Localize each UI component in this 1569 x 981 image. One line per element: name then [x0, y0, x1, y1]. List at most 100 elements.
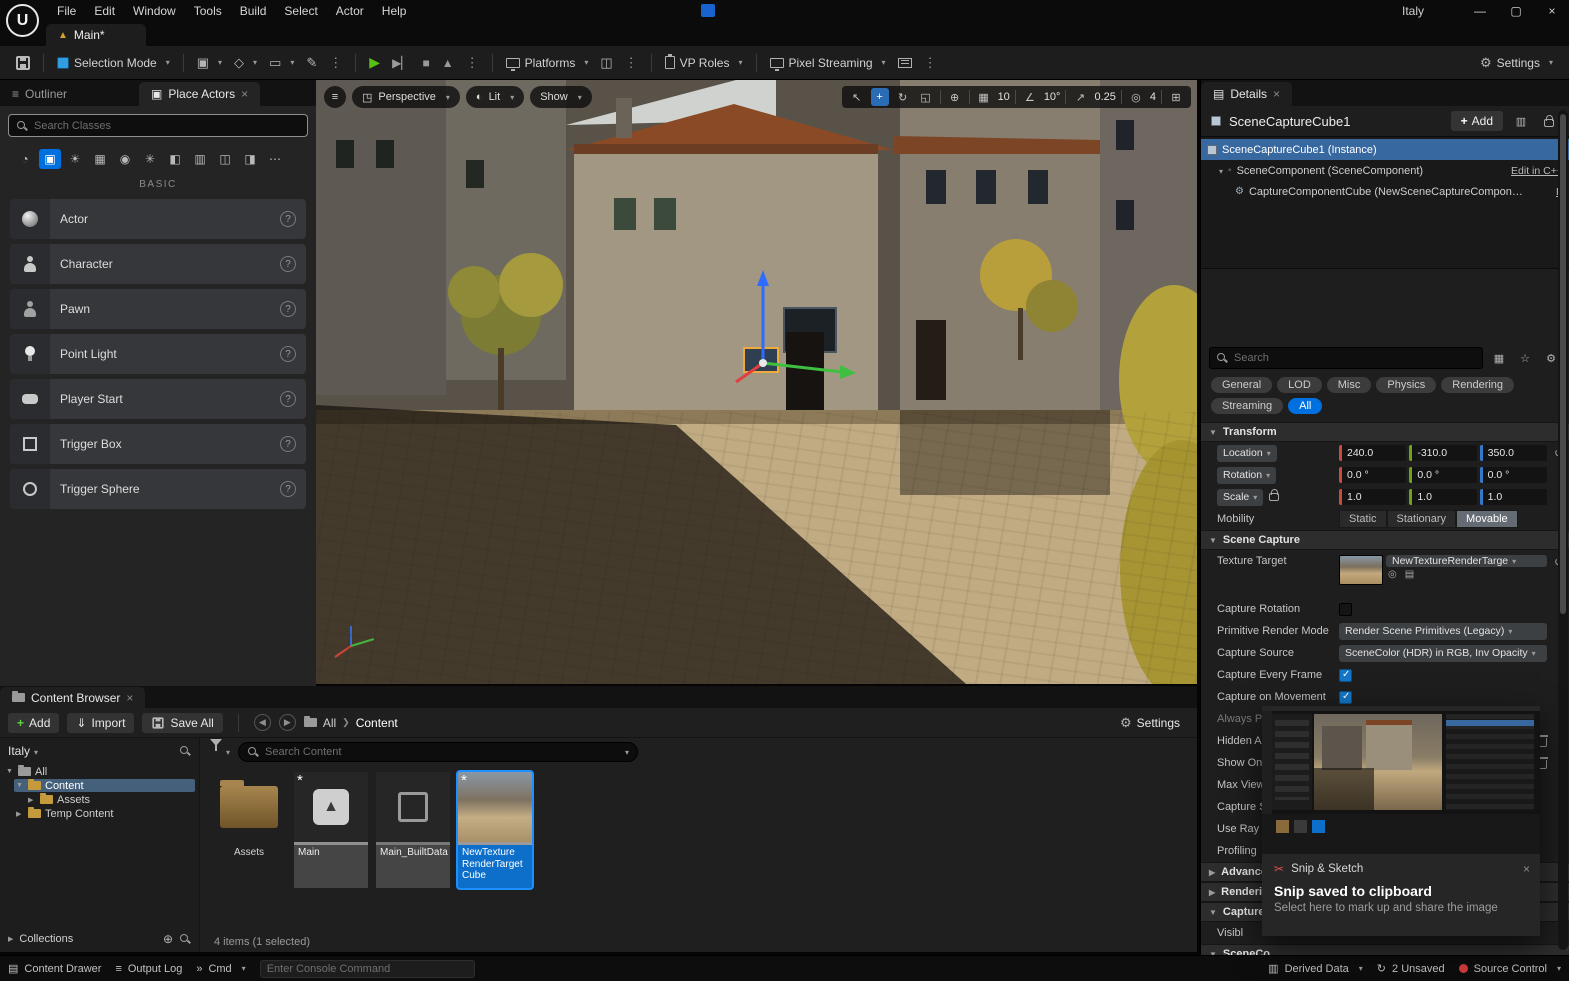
- media-overflow-button[interactable]: [918, 52, 943, 74]
- maximize-button[interactable]: ▢: [1499, 0, 1533, 22]
- category-all-classes[interactable]: ⋯: [264, 149, 286, 169]
- editor-mode-dropdown[interactable]: Selection Mode: [51, 53, 176, 73]
- move-tool-icon[interactable]: +: [871, 88, 889, 106]
- blueprints-dropdown[interactable]: ◇: [228, 52, 263, 74]
- asset-tile-main[interactable]: ▲ Main: [294, 772, 368, 888]
- viewport-options-button[interactable]: ≡: [324, 86, 346, 108]
- tree-item-assets[interactable]: ▶ Assets: [26, 793, 195, 806]
- scale-z-field[interactable]: 1.0: [1480, 489, 1547, 505]
- camera-speed-value[interactable]: 4: [1150, 91, 1156, 103]
- multi-user-button[interactable]: ◫: [594, 52, 618, 74]
- scale-lock-icon[interactable]: [1269, 493, 1279, 501]
- grid-snap-value[interactable]: 10: [998, 91, 1010, 103]
- add-content-dropdown[interactable]: ▣: [191, 52, 228, 74]
- category-visual-effects[interactable]: ✳: [139, 149, 161, 169]
- help-icon[interactable]: ?: [280, 346, 296, 362]
- search-classes-box[interactable]: [8, 114, 308, 137]
- unreal-logo-icon[interactable]: U: [6, 4, 39, 37]
- close-icon[interactable]: [1273, 87, 1280, 101]
- texture-target-dropdown[interactable]: NewTextureRenderTarge: [1386, 555, 1547, 567]
- category-geometry[interactable]: ◧: [164, 149, 186, 169]
- camera-speed-icon[interactable]: ◎: [1127, 88, 1145, 106]
- world-space-toggle-icon[interactable]: ⊕: [946, 88, 964, 106]
- rotation-snap-icon[interactable]: ∠: [1021, 88, 1039, 106]
- add-asset-button[interactable]: + Add: [8, 713, 59, 733]
- pixel-streaming-dropdown[interactable]: Pixel Streaming: [764, 53, 892, 73]
- location-y-field[interactable]: -310.0: [1409, 445, 1476, 461]
- scale-y-field[interactable]: 1.0: [1409, 489, 1476, 505]
- rotation-snap-value[interactable]: 10°: [1044, 91, 1061, 103]
- minimize-button[interactable]: —: [1463, 0, 1497, 22]
- close-button[interactable]: ×: [1535, 0, 1569, 22]
- scale-snap-icon[interactable]: ↗: [1071, 88, 1089, 106]
- filter-general[interactable]: General: [1211, 377, 1272, 393]
- content-drawer-button[interactable]: ▤ Content Drawer: [8, 962, 101, 975]
- asset-tile-render-target[interactable]: NewTexture RenderTarget Cube: [458, 772, 532, 888]
- cmd-dropdown[interactable]: » Cmd: [196, 963, 245, 975]
- browse-components-icon[interactable]: ▥: [1511, 112, 1531, 130]
- use-selected-asset-icon[interactable]: ◎: [1388, 569, 1397, 580]
- help-icon[interactable]: ?: [280, 481, 296, 497]
- snip-preview-image[interactable]: [1262, 706, 1540, 854]
- filter-streaming[interactable]: Streaming: [1211, 398, 1283, 414]
- category-cinematic[interactable]: ◉: [114, 149, 136, 169]
- tab-outliner[interactable]: ≡ Outliner: [0, 82, 79, 106]
- menu-edit[interactable]: Edit: [85, 0, 124, 22]
- menu-build[interactable]: Build: [231, 0, 276, 22]
- perspective-dropdown[interactable]: ◳ Perspective: [352, 86, 460, 108]
- category-blueprints[interactable]: ◨: [239, 149, 261, 169]
- rotate-tool-icon[interactable]: ↻: [894, 88, 912, 106]
- rotation-z-field[interactable]: 0.0 °: [1480, 467, 1547, 483]
- place-item-point-light[interactable]: Point Light ?: [10, 334, 306, 374]
- filter-all[interactable]: All: [1288, 398, 1322, 414]
- asset-tile-main-builtdata[interactable]: Main_BuiltData: [376, 772, 450, 888]
- filters-button[interactable]: [210, 746, 230, 758]
- details-search-box[interactable]: [1209, 347, 1483, 369]
- menu-tools[interactable]: Tools: [185, 0, 231, 22]
- rotation-x-field[interactable]: 0.0 °: [1339, 467, 1406, 483]
- save-current-level-button[interactable]: [10, 53, 36, 73]
- menu-window[interactable]: Window: [124, 0, 185, 22]
- level-viewport[interactable]: ≡ ◳ Perspective ◐ Lit Show ↖ + ↻ ◱ ⊕ ▦ 1…: [316, 80, 1197, 684]
- editor-tools-button[interactable]: ✎: [300, 52, 323, 74]
- import-button[interactable]: ⇓ Import: [67, 713, 134, 733]
- derived-data-button[interactable]: ▥ Derived Data: [1268, 962, 1363, 975]
- filter-misc[interactable]: Misc: [1327, 377, 1372, 393]
- platforms-dropdown[interactable]: Platforms: [500, 53, 595, 73]
- source-control-button[interactable]: Source Control: [1459, 963, 1561, 975]
- breadcrumb-all[interactable]: All: [323, 716, 336, 730]
- forward-icon[interactable]: ▶: [279, 714, 296, 731]
- launch-button[interactable]: ▲: [436, 53, 460, 73]
- project-dropdown[interactable]: Italy: [8, 744, 38, 758]
- vp-roles-dropdown[interactable]: VP Roles: [659, 53, 749, 73]
- menu-select[interactable]: Select: [275, 0, 326, 22]
- close-icon[interactable]: [126, 691, 133, 705]
- search-paths-icon[interactable]: [179, 745, 191, 757]
- add-collection-icon[interactable]: ⊕: [163, 932, 173, 946]
- mobility-movable[interactable]: Movable: [1456, 510, 1518, 528]
- location-z-field[interactable]: 350.0: [1480, 445, 1547, 461]
- menu-actor[interactable]: Actor: [327, 0, 373, 22]
- mobility-stationary[interactable]: Stationary: [1387, 510, 1457, 528]
- place-item-player-start[interactable]: Player Start ?: [10, 379, 306, 419]
- maximize-viewport-icon[interactable]: ⊞: [1167, 88, 1185, 106]
- level-sequence-dropdown[interactable]: ▭: [263, 52, 300, 74]
- category-recently-placed[interactable]: ◔: [14, 149, 36, 169]
- platforms-overflow-button[interactable]: [619, 52, 644, 74]
- frame-skip-button[interactable]: ▶▏: [386, 53, 416, 73]
- place-item-trigger-sphere[interactable]: Trigger Sphere ?: [10, 469, 306, 509]
- search-collections-icon[interactable]: [179, 933, 191, 945]
- snip-notification[interactable]: ✂ Snip & Sketch Snip saved to clipboard …: [1262, 706, 1540, 936]
- add-component-button[interactable]: + Add: [1451, 111, 1503, 131]
- show-dropdown[interactable]: Show: [530, 86, 592, 108]
- tab-content-browser[interactable]: Content Browser: [0, 687, 145, 708]
- scale-x-field[interactable]: 1.0: [1339, 489, 1406, 505]
- capture-every-frame-checkbox[interactable]: [1339, 669, 1352, 682]
- component-row-scene-component[interactable]: ◦ SceneComponent (SceneComponent) Edit i…: [1201, 160, 1569, 181]
- filter-physics[interactable]: Physics: [1376, 377, 1436, 393]
- details-search-input[interactable]: [1234, 352, 1476, 364]
- dismiss-notification-icon[interactable]: [1523, 862, 1530, 876]
- texture-target-thumbnail[interactable]: [1339, 555, 1383, 585]
- help-icon[interactable]: ?: [280, 301, 296, 317]
- lock-icon[interactable]: [1539, 112, 1559, 130]
